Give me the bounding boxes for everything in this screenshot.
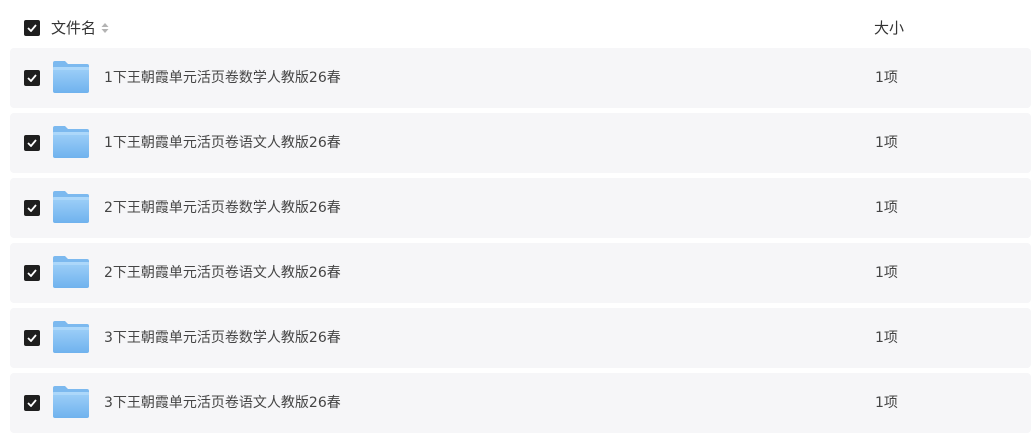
check-icon bbox=[27, 204, 37, 212]
row-checkbox[interactable] bbox=[24, 200, 40, 216]
size-column-header[interactable]: 大小 bbox=[874, 18, 904, 38]
check-icon bbox=[27, 269, 37, 277]
name-column-header[interactable]: 文件名 bbox=[51, 18, 109, 38]
file-size: 1项 bbox=[875, 70, 898, 86]
check-icon bbox=[27, 139, 37, 147]
folder-icon bbox=[52, 60, 90, 94]
file-name[interactable]: 2下王朝霞单元活页卷数学人教版26春 bbox=[104, 198, 341, 218]
file-size: 1项 bbox=[875, 200, 898, 216]
folder-icon bbox=[52, 125, 90, 159]
folder-icon bbox=[52, 320, 90, 354]
row-checkbox[interactable] bbox=[24, 395, 40, 411]
file-name[interactable]: 3下王朝霞单元活页卷语文人教版26春 bbox=[104, 393, 341, 413]
check-icon bbox=[27, 24, 37, 32]
folder-icon bbox=[52, 190, 90, 224]
name-column-label: 文件名 bbox=[51, 19, 97, 37]
file-size: 1项 bbox=[875, 265, 898, 281]
row-checkbox[interactable] bbox=[24, 265, 40, 281]
table-row-5[interactable]: 3下王朝霞单元活页卷数学人教版26春 1项 bbox=[10, 308, 1031, 368]
table-row-6[interactable]: 3下王朝霞单元活页卷语文人教版26春 1项 bbox=[10, 373, 1031, 433]
table-row-3[interactable]: 2下王朝霞单元活页卷数学人教版26春 1项 bbox=[10, 178, 1031, 238]
table-row-2[interactable]: 1下王朝霞单元活页卷语文人教版26春 1项 bbox=[10, 113, 1031, 173]
table-row-4[interactable]: 2下王朝霞单元活页卷语文人教版26春 1项 bbox=[10, 243, 1031, 303]
row-checkbox[interactable] bbox=[24, 330, 40, 346]
file-list: 文件名 大小 1下王朝霞单元活页卷数学人教版26春 1项 1下王朝霞单元活页卷语… bbox=[0, 0, 1031, 437]
row-checkbox[interactable] bbox=[24, 135, 40, 151]
file-name[interactable]: 3下王朝霞单元活页卷数学人教版26春 bbox=[104, 328, 341, 348]
table-row-1[interactable]: 1下王朝霞单元活页卷数学人教版26春 1项 bbox=[10, 48, 1031, 108]
file-name[interactable]: 1下王朝霞单元活页卷数学人教版26春 bbox=[104, 68, 341, 88]
check-icon bbox=[27, 399, 37, 407]
row-checkbox[interactable] bbox=[24, 70, 40, 86]
file-name[interactable]: 2下王朝霞单元活页卷语文人教版26春 bbox=[104, 263, 341, 283]
check-icon bbox=[27, 334, 37, 342]
check-icon bbox=[27, 74, 37, 82]
folder-icon bbox=[52, 385, 90, 419]
file-size: 1项 bbox=[875, 135, 898, 151]
sort-icon[interactable] bbox=[101, 22, 109, 34]
file-size: 1项 bbox=[875, 330, 898, 346]
file-size: 1项 bbox=[875, 395, 898, 411]
folder-icon bbox=[52, 255, 90, 289]
select-all-checkbox[interactable] bbox=[24, 20, 40, 36]
file-name[interactable]: 1下王朝霞单元活页卷语文人教版26春 bbox=[104, 133, 341, 153]
